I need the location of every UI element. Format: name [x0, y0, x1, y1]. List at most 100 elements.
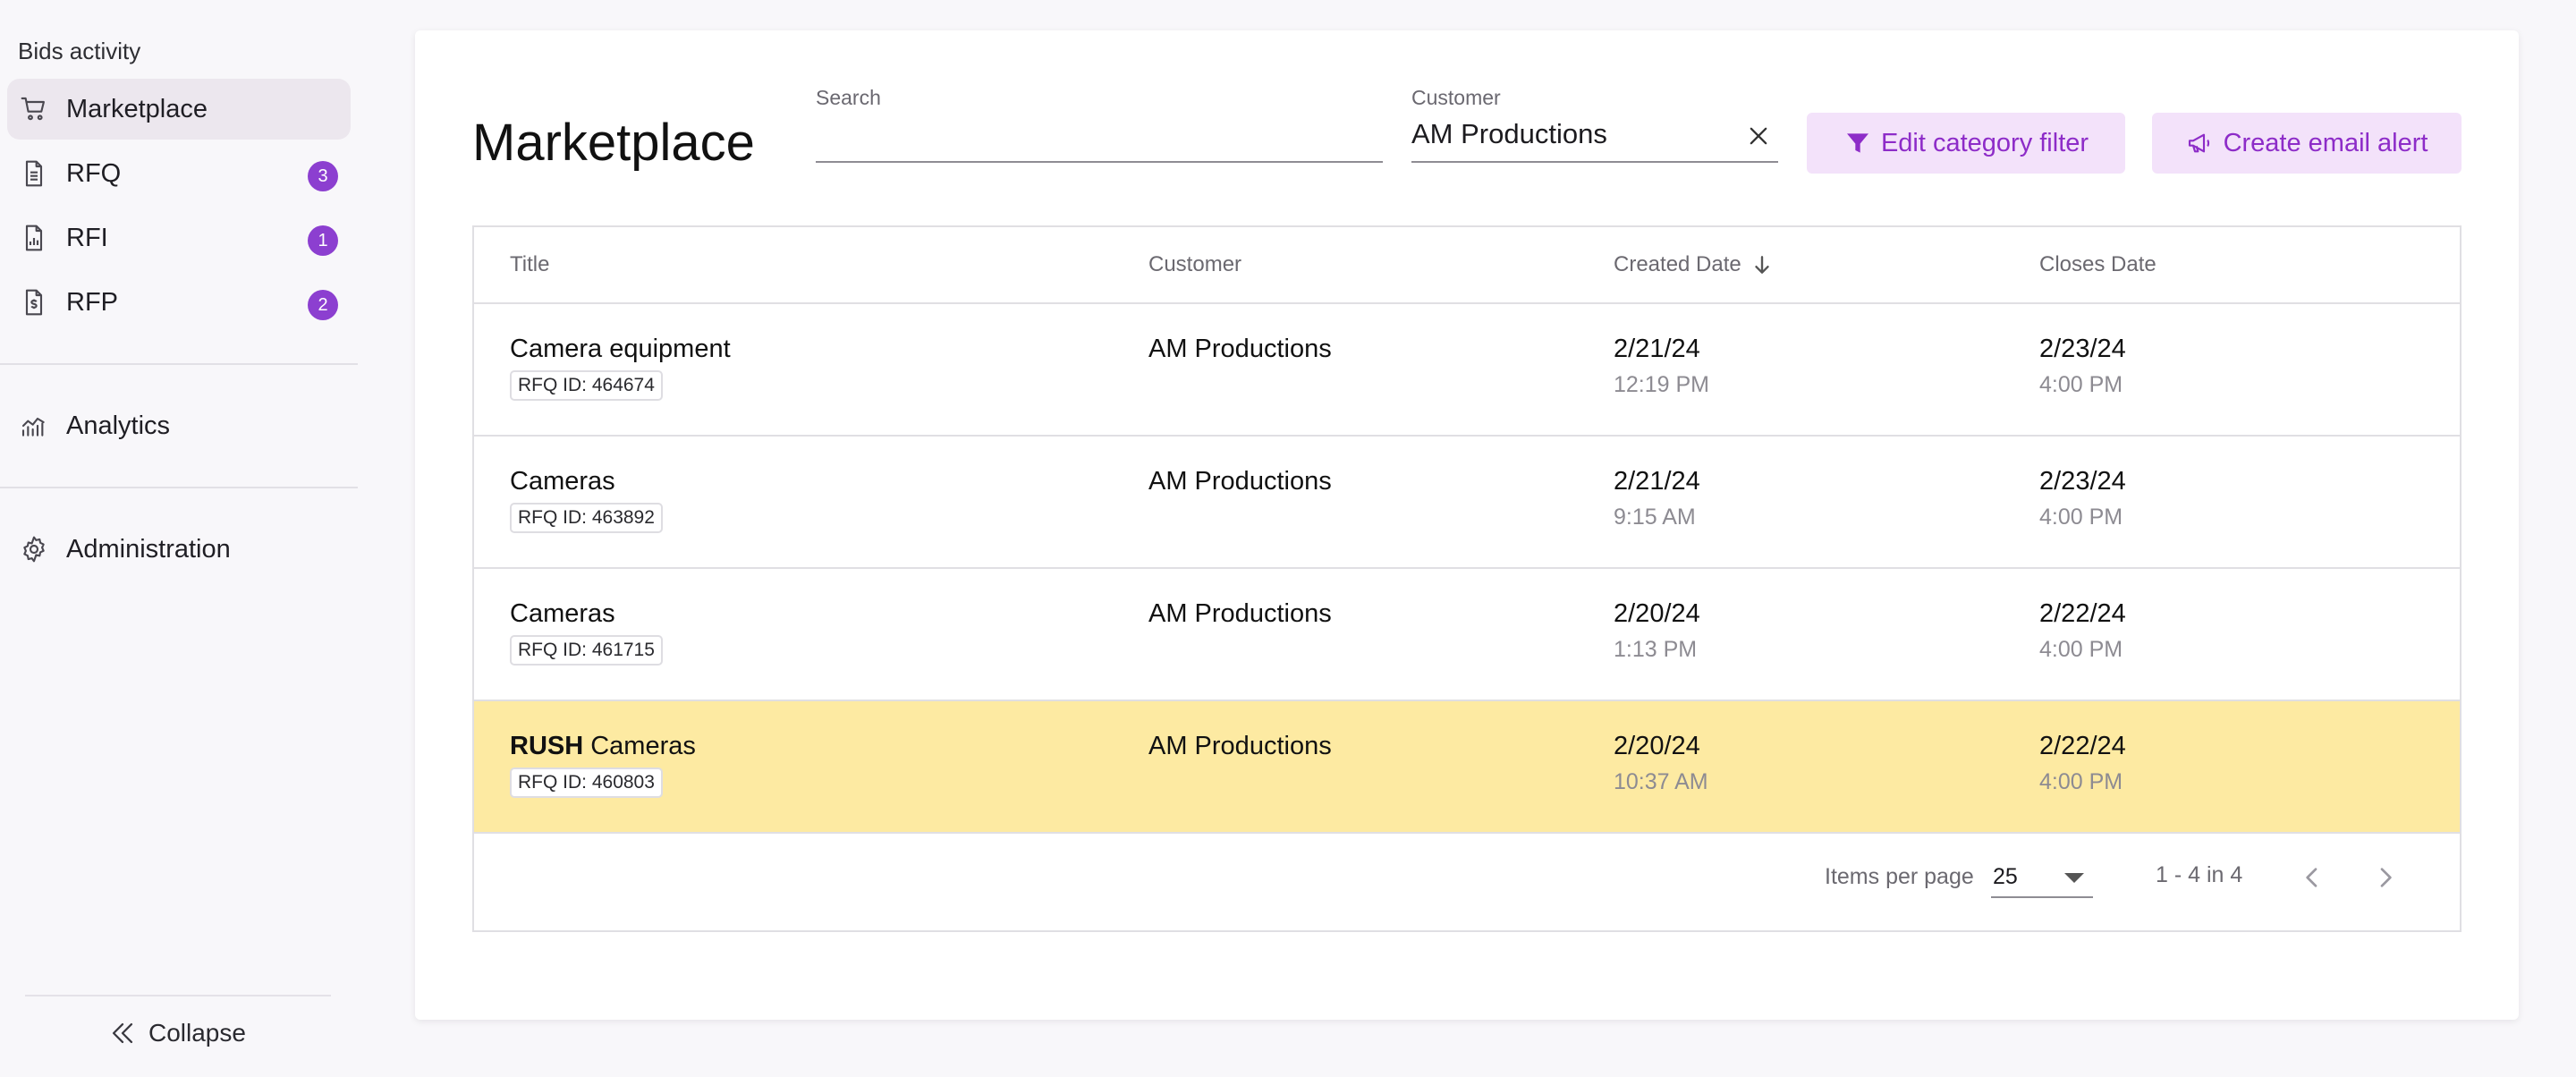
row-customer: AM Productions: [1148, 599, 1332, 628]
sidebar-item-label: RFQ: [66, 158, 122, 188]
row-created-date: 2/20/24: [1614, 599, 1700, 628]
sidebar-item-rfp[interactable]: RFP 2: [7, 272, 351, 333]
document-icon: [20, 153, 61, 194]
column-header-label: Created Date: [1614, 252, 1741, 276]
megaphone-icon: [2188, 133, 2209, 153]
row-closes-date: 2/23/24: [2039, 467, 2126, 496]
rfq-id-chip: RFQ ID: 463892: [510, 503, 663, 533]
table-row[interactable]: Cameras RFQ ID: 463892 AM Productions 2/…: [474, 437, 2460, 569]
row-title-text: Cameras: [510, 467, 615, 496]
row-closes-time: 4:00 PM: [2039, 637, 2123, 662]
row-title[interactable]: Camera equipment: [510, 335, 731, 364]
sidebar-item-analytics[interactable]: Analytics: [7, 395, 351, 456]
table-row[interactable]: Camera equipment RFQ ID: 464674 AM Produ…: [474, 304, 2460, 437]
column-header-created-date[interactable]: Created Date: [1614, 252, 1774, 277]
rfq-id-chip: RFQ ID: 460803: [510, 767, 663, 798]
table-row-rush[interactable]: RUSH Cameras RFQ ID: 460803 AM Productio…: [474, 701, 2460, 834]
items-per-page-value: 25: [1993, 864, 2018, 889]
double-chevron-left-icon: [112, 1022, 133, 1044]
sidebar-divider: [0, 487, 358, 488]
row-created-date: 2/21/24: [1614, 467, 1700, 496]
rfq-id-chip: RFQ ID: 464674: [510, 370, 663, 401]
row-created-date: 2/20/24: [1614, 732, 1700, 760]
rfq-id-chip: RFQ ID: 461715: [510, 635, 663, 666]
customer-label: Customer: [1411, 86, 1501, 109]
row-closes-date: 2/22/24: [2039, 599, 2126, 628]
bids-table: Title Customer Created Date Closes Date …: [472, 225, 2462, 932]
collapse-label: Collapse: [148, 1019, 246, 1047]
customer-underline: [1411, 161, 1778, 163]
previous-page-button[interactable]: [2292, 857, 2333, 898]
edit-category-filter-label: Edit category filter: [1880, 128, 2089, 157]
search-underline: [816, 161, 1383, 163]
table-header: Title Customer Created Date Closes Date: [474, 227, 2460, 304]
row-title-text: Cameras: [510, 599, 615, 628]
search-label: Search: [816, 86, 881, 109]
sidebar-heading: Bids activity: [18, 38, 141, 64]
column-header-closes-date[interactable]: Closes Date: [2039, 252, 2157, 277]
row-title[interactable]: Cameras: [510, 599, 615, 629]
sidebar-divider: [0, 363, 358, 365]
table-row[interactable]: Cameras RFQ ID: 461715 AM Productions 2/…: [474, 569, 2460, 701]
sidebar-item-rfi[interactable]: RFI 1: [7, 208, 351, 268]
row-created-time: 12:19 PM: [1614, 372, 1710, 397]
document-chart-icon: [20, 217, 61, 259]
count-badge: 1: [308, 225, 338, 256]
search-input[interactable]: [816, 127, 1383, 157]
sidebar-item-marketplace[interactable]: Marketplace: [7, 79, 351, 140]
column-header-customer[interactable]: Customer: [1148, 252, 1241, 277]
row-created-time: 9:15 AM: [1614, 505, 1696, 530]
edit-category-filter-button[interactable]: Edit category filter: [1807, 113, 2125, 174]
caret-down-icon: [2064, 873, 2084, 883]
chevron-left-icon: [2306, 868, 2318, 887]
sidebar-item-rfq[interactable]: RFQ 3: [7, 143, 351, 204]
row-closes-time: 4:00 PM: [2039, 769, 2123, 794]
row-closes-time: 4:00 PM: [2039, 505, 2123, 530]
items-per-page-label: Items per page: [1825, 864, 1974, 889]
sidebar-item-label: RFI: [66, 223, 108, 252]
main-card: Marketplace Search Customer AM Productio…: [415, 30, 2519, 1020]
gear-icon: [20, 529, 61, 570]
items-per-page-select[interactable]: 25: [1991, 861, 2093, 898]
sidebar-item-label: Administration: [66, 534, 231, 564]
sidebar: Bids activity Marketplace RFQ 3 RFI 1 RF…: [0, 0, 358, 1077]
rush-prefix: RUSH: [510, 732, 584, 760]
row-title-text: Cameras: [583, 732, 696, 760]
filter-icon: [1846, 133, 1868, 153]
arrow-down-icon: [1755, 256, 1769, 274]
count-badge: 3: [308, 161, 338, 191]
row-title[interactable]: RUSH Cameras: [510, 732, 696, 761]
customer-value[interactable]: AM Productions: [1411, 118, 1607, 150]
row-customer: AM Productions: [1148, 335, 1332, 363]
search-field: Search: [816, 86, 1383, 163]
create-email-alert-button[interactable]: Create email alert: [2152, 113, 2462, 174]
document-dollar-icon: [20, 282, 61, 323]
row-created-time: 1:13 PM: [1614, 637, 1698, 662]
column-header-title[interactable]: Title: [510, 252, 549, 277]
pagination: Items per page 25 1 - 4 in 4: [474, 827, 2460, 930]
count-badge: 2: [308, 290, 338, 320]
row-title[interactable]: Cameras: [510, 467, 615, 496]
row-closes-date: 2/23/24: [2039, 335, 2126, 363]
row-created-date: 2/21/24: [1614, 335, 1700, 363]
create-email-alert-label: Create email alert: [2223, 128, 2428, 157]
row-closes-time: 4:00 PM: [2039, 372, 2123, 397]
sidebar-item-label: Analytics: [66, 411, 171, 440]
sidebar-item-administration[interactable]: Administration: [7, 519, 351, 580]
row-customer: AM Productions: [1148, 732, 1332, 760]
row-title-text: Camera equipment: [510, 335, 731, 363]
row-closes-date: 2/22/24: [2039, 732, 2126, 760]
sidebar-divider: [25, 995, 331, 996]
analytics-icon: [20, 405, 61, 446]
sidebar-item-label: RFP: [66, 287, 118, 317]
chevron-right-icon: [2380, 868, 2392, 887]
row-created-time: 10:37 AM: [1614, 769, 1708, 794]
sidebar-item-label: Marketplace: [66, 94, 208, 123]
customer-field[interactable]: Customer AM Productions: [1411, 86, 1778, 163]
close-icon[interactable]: [1746, 123, 1771, 148]
next-page-button[interactable]: [2365, 857, 2406, 898]
row-customer: AM Productions: [1148, 467, 1332, 496]
cart-icon: [20, 89, 61, 130]
collapse-button[interactable]: Collapse: [107, 1018, 246, 1048]
page-title: Marketplace: [472, 114, 755, 172]
